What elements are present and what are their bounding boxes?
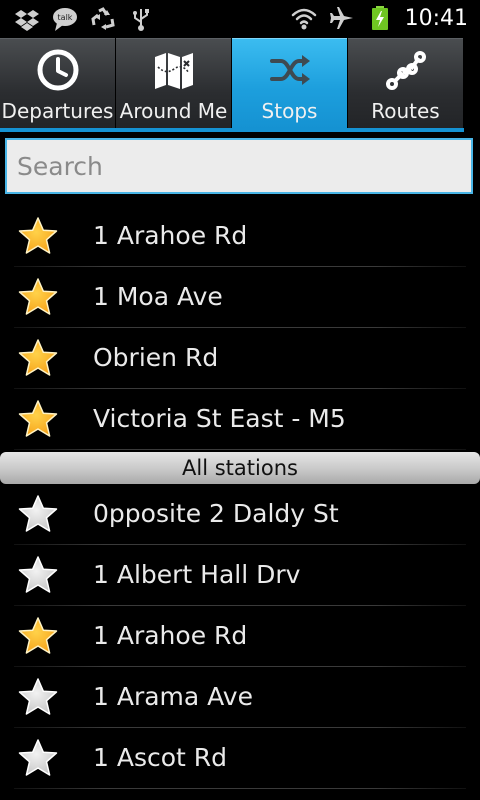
tab-label: Stops xyxy=(261,99,318,123)
stop-name: 1 Arahoe Rd xyxy=(93,221,248,250)
star-empty-icon[interactable] xyxy=(18,677,58,717)
usb-icon xyxy=(133,9,149,31)
search-box xyxy=(5,138,473,194)
talk-icon: talk xyxy=(53,8,77,31)
stop-name: 1 Arahoe Rd xyxy=(93,621,248,650)
star-filled-icon[interactable] xyxy=(18,216,58,256)
stop-name: 1 Ascot Rd xyxy=(93,743,228,772)
airplane-mode-icon xyxy=(329,7,353,29)
list-item[interactable]: Obrien Rd xyxy=(0,328,480,389)
status-clock: 10:41 xyxy=(404,5,468,31)
stations-group: 0pposite 2 Daldy St 1 Albert Hall Drv 1 Ar… xyxy=(0,484,480,789)
dropbox-icon xyxy=(15,10,39,31)
stop-name: Obrien Rd xyxy=(93,343,219,372)
stop-name: 1 Arama Ave xyxy=(93,682,253,711)
section-header: All stations xyxy=(0,452,480,484)
svg-text:talk: talk xyxy=(58,13,73,22)
battery-charging-icon xyxy=(371,6,388,30)
star-empty-icon[interactable] xyxy=(18,494,58,534)
status-bar: talk 10:41 xyxy=(0,0,480,38)
search-input[interactable] xyxy=(7,140,471,192)
route-icon xyxy=(385,51,426,90)
stop-name: 1 Moa Ave xyxy=(93,282,223,311)
list-item[interactable]: 1 Arahoe Rd xyxy=(0,206,480,267)
tab-departures[interactable]: Departures xyxy=(0,38,115,129)
tab-label: Routes xyxy=(371,99,440,123)
search-bar xyxy=(0,134,480,198)
list-item[interactable]: 1 Arahoe Rd xyxy=(0,606,480,667)
shuffle-icon xyxy=(269,55,310,85)
list-item[interactable]: 1 Ascot Rd xyxy=(0,728,480,789)
star-empty-icon[interactable] xyxy=(18,738,58,778)
tab-label: Around Me xyxy=(119,99,228,123)
stops-list: 1 Arahoe Rd 1 Moa Ave Obrien Rd Victoria St… xyxy=(0,206,480,789)
wifi-icon xyxy=(291,8,316,30)
star-filled-icon[interactable] xyxy=(18,616,58,656)
tab-routes[interactable]: Routes xyxy=(348,38,463,129)
recycle-icon xyxy=(91,7,115,30)
tab-bar: Departures Around Me Stops Routes xyxy=(0,38,464,132)
section-header-label: All stations xyxy=(182,456,298,480)
tab-stops[interactable]: Stops xyxy=(232,38,347,129)
tab-indicator-line xyxy=(0,128,464,132)
favorites-group: 1 Arahoe Rd 1 Moa Ave Obrien Rd Victoria St… xyxy=(0,206,480,450)
stop-name: Victoria St East - M5 xyxy=(93,404,346,433)
list-item[interactable]: 0pposite 2 Daldy St xyxy=(0,484,480,545)
star-filled-icon[interactable] xyxy=(18,399,58,439)
divider xyxy=(14,449,466,450)
tab-label: Departures xyxy=(1,99,114,123)
star-filled-icon[interactable] xyxy=(18,338,58,378)
map-icon xyxy=(154,53,193,89)
list-item[interactable]: 1 Albert Hall Drv xyxy=(0,545,480,606)
list-item[interactable]: Victoria St East - M5 xyxy=(0,389,480,450)
list-item[interactable]: 1 Arama Ave xyxy=(0,667,480,728)
star-empty-icon[interactable] xyxy=(18,555,58,595)
tab-around-me[interactable]: Around Me xyxy=(116,38,231,129)
stop-name: 0pposite 2 Daldy St xyxy=(93,499,339,528)
divider xyxy=(14,788,466,789)
star-filled-icon[interactable] xyxy=(18,277,58,317)
clock-icon xyxy=(37,49,78,91)
stop-name: 1 Albert Hall Drv xyxy=(93,560,301,589)
list-item[interactable]: 1 Moa Ave xyxy=(0,267,480,328)
